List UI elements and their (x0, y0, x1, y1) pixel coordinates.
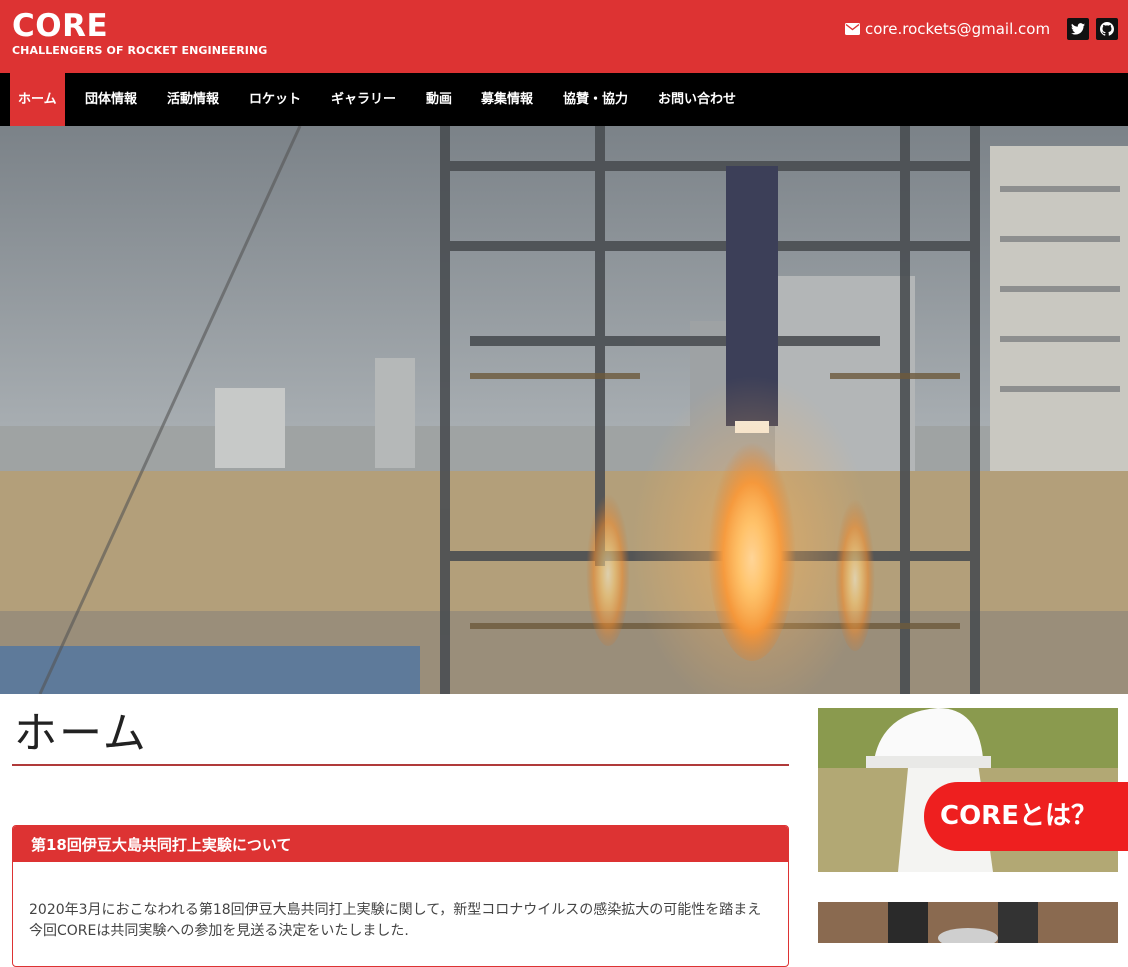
news-panel-title[interactable]: 第18回伊豆大島共同打上実験について (13, 826, 788, 862)
sidebar-photo-card[interactable] (818, 902, 1118, 943)
nav-item-rocket[interactable]: ロケット (249, 73, 301, 126)
nav-item-about[interactable]: 団体情報 (85, 73, 137, 126)
site-title[interactable]: CORE (12, 8, 108, 44)
news-panel-body: 2020年3月におこなわれる第18回伊豆大島共同打上実験に関して，新型コロナウイ… (29, 902, 762, 939)
hero-image (0, 126, 1128, 694)
github-icon (1100, 22, 1114, 36)
email-link[interactable]: core.rockets@gmail.com (845, 19, 1050, 39)
nav-item-sponsors[interactable]: 協賛・協力 (563, 73, 628, 126)
main-nav: ホーム 団体情報 活動情報 ロケット ギャラリー 動画 募集情報 協賛・協力 お… (0, 73, 1128, 126)
nav-item-gallery[interactable]: ギャラリー (331, 73, 396, 126)
email-text: core.rockets@gmail.com (865, 20, 1051, 38)
nav-item-videos[interactable]: 動画 (426, 73, 452, 126)
page-title: ホーム (14, 709, 148, 759)
site-subtitle: CHALLENGERS OF ROCKET ENGINEERING (12, 44, 268, 57)
envelope-icon (845, 23, 860, 35)
news-panel: 第18回伊豆大島共同打上実験について 2020年3月におこなわれる第18回伊豆大… (12, 825, 789, 967)
title-divider (12, 764, 789, 766)
nav-item-home[interactable]: ホーム (10, 73, 65, 126)
site-header: CORE CHALLENGERS OF ROCKET ENGINEERING c… (0, 0, 1128, 73)
github-link[interactable] (1096, 18, 1118, 40)
twitter-icon (1071, 23, 1085, 35)
nav-item-activities[interactable]: 活動情報 (167, 73, 219, 126)
nav-item-recruit[interactable]: 募集情報 (481, 73, 533, 126)
sidebar-about-label[interactable]: COREとは？ (924, 782, 1128, 851)
nav-item-contact[interactable]: お問い合わせ (658, 73, 736, 126)
twitter-link[interactable] (1067, 18, 1089, 40)
